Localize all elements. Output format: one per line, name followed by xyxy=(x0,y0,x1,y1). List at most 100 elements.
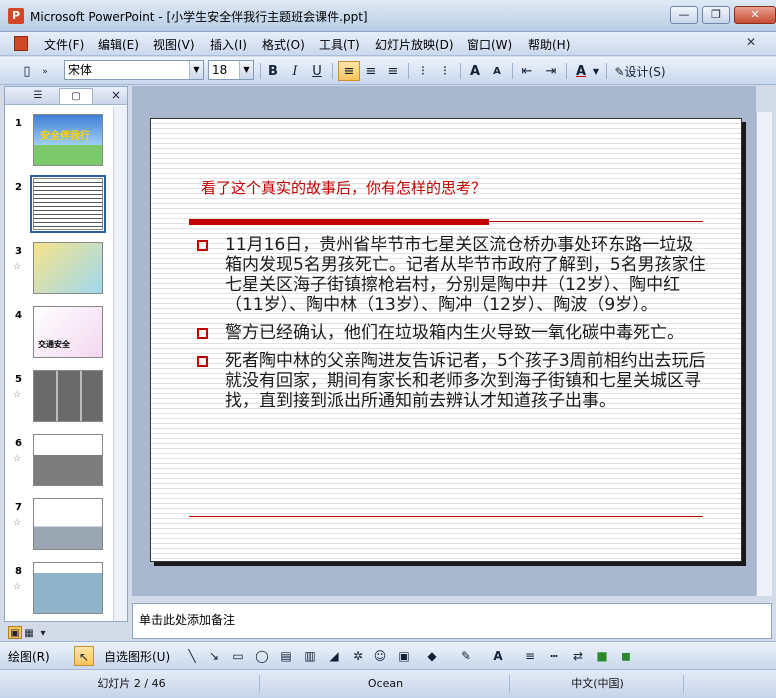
arrow-style-icon[interactable]: ⇄ xyxy=(568,646,588,666)
panel-scrollbar[interactable] xyxy=(113,106,127,621)
autoshapes-menu[interactable]: 自选图形(U) xyxy=(104,648,170,665)
vertical-textbox-icon[interactable]: ▥ xyxy=(300,646,320,666)
diagram-icon[interactable]: ✲ xyxy=(348,646,368,666)
menu-window[interactable]: 窗口(W) xyxy=(467,36,512,53)
animation-star-icon: ☆ xyxy=(13,582,22,592)
slide-sorter-icon[interactable]: ▦ xyxy=(22,627,36,640)
slide-title[interactable]: 看了这个真实的故事后，你有怎样的思考？ xyxy=(201,177,486,198)
design-button[interactable]: ✎设计(S) xyxy=(610,61,670,81)
new-document-icon[interactable]: ▯ xyxy=(16,61,38,81)
menu-bar: 文件(F) 编辑(E) 视图(V) 插入(I) 格式(O) 工具(T) 幻灯片放… xyxy=(0,32,776,56)
slides-panel: ☰ ▢ × 1 安全伴我行 2 3 ☆ 4 交通安全 5 ☆ 6 ☆ 7 ☆ 8… xyxy=(4,86,128,622)
slide-thumb-2[interactable]: 2 xyxy=(9,175,113,238)
dash-style-icon[interactable]: ┅ xyxy=(544,646,564,666)
vertical-scrollbar[interactable] xyxy=(756,112,772,596)
underline-button[interactable]: U xyxy=(306,61,328,81)
document-icon[interactable] xyxy=(14,36,28,51)
slide-number: 7 xyxy=(15,502,22,513)
select-pointer-icon[interactable]: ↖ xyxy=(74,646,94,666)
slide-thumb-3[interactable]: 3 ☆ xyxy=(9,242,113,302)
design-template: Ocean xyxy=(262,675,510,693)
decrease-font-icon[interactable]: A xyxy=(486,61,508,81)
bullets-icon[interactable]: ⁝ xyxy=(434,61,456,81)
menu-insert[interactable]: 插入(I) xyxy=(210,36,247,53)
bold-button[interactable]: B xyxy=(262,61,284,81)
bullet-item: 警方已经确认，他们在垃圾箱内生火导致一氧化碳中毒死亡。 xyxy=(195,323,707,343)
shadow-icon[interactable]: ■ xyxy=(592,646,612,666)
slideshow-icon[interactable]: ▾ xyxy=(36,627,50,640)
increase-font-icon[interactable]: A xyxy=(464,61,486,81)
menu-format[interactable]: 格式(O) xyxy=(262,36,305,53)
formatting-toolbar: ▯ » 宋体 ▼ 18 ▼ B I U ≡ ≡ ≡ ⁝ ⁝ A A ⇤ ⇥ A … xyxy=(0,57,776,85)
notes-pane[interactable]: 单击此处添加备注 xyxy=(132,603,772,639)
slide-number: 8 xyxy=(15,566,22,577)
chevron-down-icon[interactable]: ▼ xyxy=(239,61,253,79)
restore-button[interactable]: ❐ xyxy=(702,6,730,24)
decrease-indent-icon[interactable]: ⇤ xyxy=(516,61,538,81)
rectangle-icon[interactable]: ▭ xyxy=(228,646,248,666)
powerpoint-app-icon[interactable]: P xyxy=(8,8,24,24)
wordart-icon[interactable]: ◢ xyxy=(324,646,344,666)
slide-thumbnails: 1 安全伴我行 2 3 ☆ 4 交通安全 5 ☆ 6 ☆ 7 ☆ 8 ☆ xyxy=(5,106,113,621)
close-button[interactable]: ✕ xyxy=(734,6,776,24)
picture-icon[interactable]: ▣ xyxy=(394,646,414,666)
slide-counter: 幻灯片 2 / 46 xyxy=(4,675,260,693)
separator xyxy=(566,63,567,79)
3d-icon[interactable]: ◼ xyxy=(616,646,636,666)
title-accent-bar xyxy=(189,219,489,225)
status-bar: 幻灯片 2 / 46 Ocean 中文(中国) xyxy=(0,669,776,698)
align-center-icon[interactable]: ≡ xyxy=(360,61,382,81)
slide-thumb-4[interactable]: 4 交通安全 xyxy=(9,306,113,366)
menu-view[interactable]: 视图(V) xyxy=(153,36,195,53)
design-label: 设计(S) xyxy=(624,65,666,79)
toolbar-options-icon[interactable]: » xyxy=(38,61,52,81)
chevron-down-icon[interactable]: ▼ xyxy=(189,61,203,79)
align-left-icon[interactable]: ≡ xyxy=(338,61,360,81)
menu-file[interactable]: 文件(F) xyxy=(44,36,84,53)
font-color-icon[interactable]: A xyxy=(570,61,592,81)
language-indicator: 中文(中国) xyxy=(512,675,684,693)
slide-thumbnail-image xyxy=(33,370,103,422)
menu-edit[interactable]: 编辑(E) xyxy=(98,36,139,53)
minimize-button[interactable]: — xyxy=(670,6,698,24)
slide-number: 1 xyxy=(15,118,22,129)
textbox-icon[interactable]: ▤ xyxy=(276,646,296,666)
font-size-combo[interactable]: 18 ▼ xyxy=(208,60,254,80)
current-slide[interactable]: 看了这个真实的故事后，你有怎样的思考？ 11月16日，贵州省毕节市七星关区流仓桥… xyxy=(150,118,742,562)
slide-thumb-7[interactable]: 7 ☆ xyxy=(9,498,113,558)
slide-thumb-8[interactable]: 8 ☆ xyxy=(9,562,113,621)
oval-icon[interactable]: ◯ xyxy=(252,646,272,666)
numbering-icon[interactable]: ⁝ xyxy=(412,61,434,81)
separator xyxy=(260,63,261,79)
slide-thumb-5[interactable]: 5 ☆ xyxy=(9,370,113,430)
arrow-icon[interactable]: ↘ xyxy=(204,646,224,666)
chevron-down-icon[interactable]: ▼ xyxy=(590,61,602,81)
slide-thumbnail-image xyxy=(33,242,103,294)
square-bullet-icon xyxy=(197,240,208,251)
normal-view-icon[interactable]: ▣ xyxy=(8,626,22,639)
line-color-icon[interactable]: ✎ xyxy=(456,646,476,666)
help-close-icon[interactable]: ✕ xyxy=(746,35,762,51)
slide-thumbnail-image xyxy=(33,434,103,486)
slide-thumb-6[interactable]: 6 ☆ xyxy=(9,434,113,494)
line-style-icon[interactable]: ≡ xyxy=(520,646,540,666)
align-right-icon[interactable]: ≡ xyxy=(382,61,404,81)
menu-slideshow[interactable]: 幻灯片放映(D) xyxy=(375,36,454,53)
slide-thumb-1[interactable]: 1 安全伴我行 xyxy=(9,114,113,174)
line-icon[interactable]: ╲ xyxy=(182,646,202,666)
increase-indent-icon[interactable]: ⇥ xyxy=(540,61,562,81)
panel-close-icon[interactable]: × xyxy=(111,88,121,102)
clipart-icon[interactable]: ☺ xyxy=(370,646,390,666)
slide-body[interactable]: 11月16日，贵州省毕节市七星关区流仓桥办事处环东路一垃圾箱内发现5名男孩死亡。… xyxy=(195,235,707,419)
menu-help[interactable]: 帮助(H) xyxy=(528,36,570,53)
design-icon: ✎ xyxy=(614,65,625,79)
font-color-icon[interactable]: A xyxy=(488,646,508,666)
slides-tab-icon[interactable]: ▢ xyxy=(59,88,93,104)
font-name-combo[interactable]: 宋体 ▼ xyxy=(64,60,204,80)
italic-button[interactable]: I xyxy=(284,61,306,81)
fill-color-icon[interactable]: ◆ xyxy=(422,646,442,666)
draw-menu[interactable]: 绘图(R) xyxy=(8,648,50,665)
outline-tab-icon[interactable]: ☰ xyxy=(21,88,55,104)
menu-tools[interactable]: 工具(T) xyxy=(319,36,360,53)
bullet-item: 死者陶中林的父亲陶进友告诉记者，5个孩子3周前相约出去玩后就没有回家，期间有家长… xyxy=(195,351,707,411)
